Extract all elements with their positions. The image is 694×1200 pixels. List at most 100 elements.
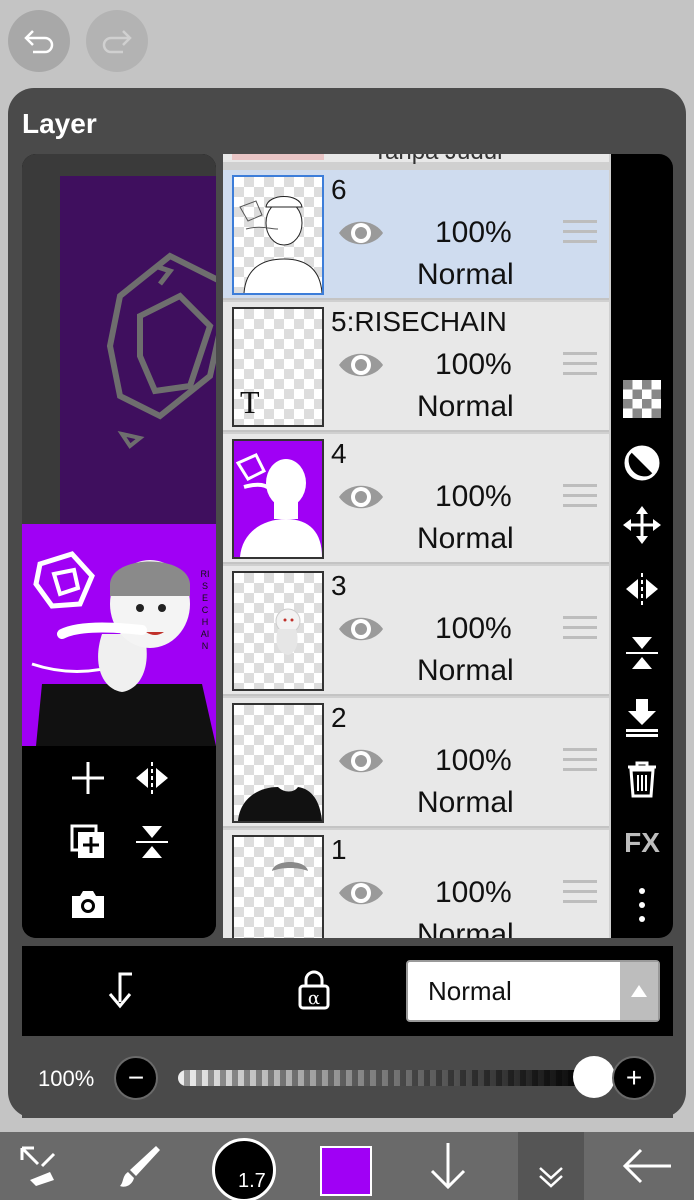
- flip-horizontal-button[interactable]: [130, 756, 174, 800]
- layer-opacity[interactable]: 100%: [435, 348, 512, 382]
- collapse-panel-button[interactable]: [518, 1132, 584, 1200]
- partial-layer-row[interactable]: Tanpa Judul: [223, 154, 609, 164]
- layer-side-tools: FX: [611, 154, 673, 938]
- visibility-eye-icon[interactable]: [337, 876, 385, 910]
- layer-row-1[interactable]: 1 100% Normal: [223, 830, 609, 938]
- layer-name: 3: [331, 570, 347, 601]
- layer-opacity[interactable]: 100%: [435, 744, 512, 778]
- layer-row-4[interactable]: 4 100% Normal: [223, 434, 609, 564]
- layer-blend-mode[interactable]: Normal: [417, 918, 514, 938]
- blend-mode-bar: α Normal: [22, 946, 673, 1036]
- blend-mode-select[interactable]: Normal: [406, 960, 660, 1022]
- flip-vertical-icon: [136, 826, 168, 858]
- checker-icon: [623, 380, 661, 418]
- visibility-eye-icon[interactable]: [337, 348, 385, 382]
- panel-title: Layer: [22, 108, 97, 139]
- layer-row-2[interactable]: 2 100% Normal: [223, 698, 609, 828]
- undo-button[interactable]: [8, 10, 70, 72]
- flip-vertical-button[interactable]: [130, 820, 174, 864]
- move-layer-button[interactable]: [621, 504, 663, 546]
- merge-down-button[interactable]: [621, 696, 663, 738]
- layer-blend-mode[interactable]: Normal: [417, 786, 514, 820]
- layer-panel: Layer RISECHAIN 6 100% Normal T 5:RISECH…: [8, 88, 686, 1118]
- flip-horizontal-icon: [626, 573, 658, 605]
- visibility-eye-icon[interactable]: [337, 612, 385, 646]
- layer-opacity[interactable]: 100%: [435, 876, 512, 910]
- layer-blend-mode[interactable]: Normal: [417, 522, 514, 556]
- layer-down-button[interactable]: [410, 1132, 486, 1200]
- transform-icon: [20, 1146, 56, 1186]
- plus-icon: [72, 762, 104, 794]
- clipping-button[interactable]: [102, 970, 142, 1017]
- merge-down-icon: [626, 699, 658, 737]
- more-options-button[interactable]: [621, 884, 663, 926]
- layer-blend-mode[interactable]: Normal: [417, 390, 514, 424]
- preview-artwork: RISECHAIN: [22, 524, 216, 746]
- visibility-eye-icon[interactable]: [337, 744, 385, 778]
- layer-effects-button[interactable]: FX: [621, 822, 663, 864]
- camera-icon: [72, 891, 104, 918]
- more-vertical-icon: [639, 888, 645, 922]
- character-art: [31, 551, 216, 746]
- visibility-eye-icon[interactable]: [337, 216, 385, 250]
- layer-name: 1: [331, 834, 347, 865]
- add-layer-button[interactable]: [66, 756, 110, 800]
- delete-layer-button[interactable]: [621, 758, 663, 800]
- alpha-lock-icon: α: [298, 970, 330, 1010]
- opacity-increase-button[interactable]: +: [612, 1056, 656, 1100]
- layer-opacity[interactable]: 100%: [435, 480, 512, 514]
- layer-blend-mode[interactable]: Normal: [417, 654, 514, 688]
- brush-icon: [120, 1146, 160, 1187]
- lock-alpha-button[interactable]: α: [294, 968, 334, 1017]
- opacity-label: 100%: [38, 1066, 95, 1091]
- opacity-decrease-button[interactable]: −: [114, 1056, 158, 1100]
- clipping-mask-button[interactable]: [621, 442, 663, 484]
- layer-blend-mode[interactable]: Normal: [417, 258, 514, 292]
- duplicate-layer-button[interactable]: [66, 820, 110, 864]
- transform-tool-button[interactable]: [10, 1132, 66, 1200]
- layer-thumb-1: [232, 835, 324, 938]
- import-photo-button[interactable]: [66, 882, 110, 926]
- layer-name: 5:RISECHAIN: [331, 306, 507, 337]
- undo-icon: [24, 30, 54, 54]
- opacity-slider[interactable]: [178, 1070, 598, 1086]
- opacity-slider-knob[interactable]: [573, 1056, 615, 1098]
- redo-button[interactable]: [86, 10, 148, 72]
- duplicate-icon: [70, 824, 104, 858]
- layer-name: 6: [331, 174, 347, 205]
- arrow-left-icon: [622, 1148, 671, 1184]
- partial-layer-name: Tanpa Judul: [373, 154, 502, 164]
- drag-handle-icon[interactable]: [563, 220, 597, 250]
- color-swatch[interactable]: [320, 1146, 372, 1196]
- layer-list[interactable]: Tanpa Judul 6 100% Normal: [223, 154, 611, 938]
- double-chevron-down-icon: [539, 1167, 563, 1188]
- clip-arrow-icon: [108, 972, 132, 1009]
- layer-row-6[interactable]: 6 100% Normal: [223, 170, 609, 300]
- layer-thumb-6: [232, 175, 324, 295]
- back-button[interactable]: [600, 1132, 694, 1200]
- layer-row-3[interactable]: 3 100% Normal: [223, 566, 609, 696]
- preview-tools: [22, 746, 216, 938]
- transparency-button[interactable]: [621, 378, 663, 420]
- brush-tool-button[interactable]: [110, 1132, 170, 1200]
- blend-mode-value: Normal: [428, 976, 512, 1006]
- flip-layer-horizontal-button[interactable]: [621, 568, 663, 610]
- layer-opacity[interactable]: 100%: [435, 612, 512, 646]
- preview-canvas-zoomed: [60, 176, 216, 524]
- text-layer-icon: T: [240, 384, 260, 420]
- redo-icon: [102, 30, 132, 54]
- layer-thumb-3: [232, 571, 324, 691]
- drag-handle-icon[interactable]: [563, 748, 597, 778]
- drag-handle-icon[interactable]: [563, 880, 597, 910]
- drag-handle-icon[interactable]: [563, 616, 597, 646]
- drag-handle-icon[interactable]: [563, 352, 597, 382]
- layer-opacity[interactable]: 100%: [435, 216, 512, 250]
- flip-layer-vertical-button[interactable]: [621, 632, 663, 674]
- layer-row-5[interactable]: T 5:RISECHAIN 100% Normal: [223, 302, 609, 432]
- visibility-eye-icon[interactable]: [337, 480, 385, 514]
- drag-handle-icon[interactable]: [563, 484, 597, 514]
- arrow-down-icon: [430, 1143, 466, 1190]
- flip-horizontal-icon: [136, 762, 168, 794]
- flip-vertical-icon: [626, 637, 658, 669]
- brush-size-value: 1.7: [238, 1170, 266, 1192]
